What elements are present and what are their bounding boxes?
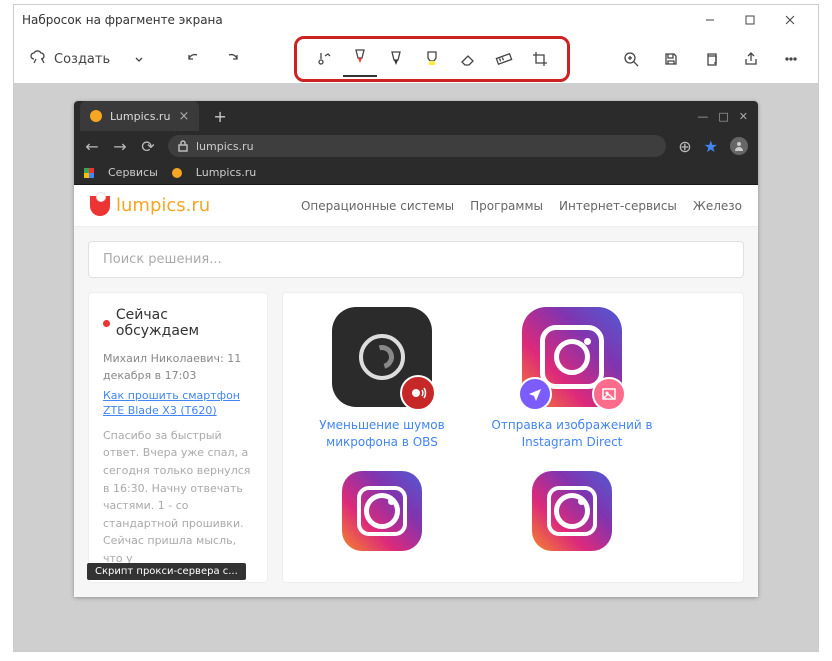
back-icon[interactable]: ←: [84, 137, 100, 156]
lock-icon: [178, 137, 188, 156]
card-title: Отправка изображений в Instagram Direct: [487, 417, 657, 451]
zoom-button[interactable]: [614, 41, 648, 77]
logo-icon: [90, 196, 110, 216]
url-bar[interactable]: lumpics.ru: [168, 135, 666, 157]
image-badge-icon: [592, 377, 626, 411]
create-label: Создать: [54, 52, 110, 67]
search-input[interactable]: Поиск решения...: [88, 241, 744, 278]
discuss-heading: Сейчас обсуждаем: [103, 307, 253, 339]
br-maximize-icon[interactable]: □: [718, 110, 728, 123]
send-badge-icon: [518, 377, 552, 411]
live-dot-icon: [103, 320, 110, 327]
forward-icon[interactable]: →: [112, 137, 128, 156]
obs-logo-icon: [359, 334, 405, 380]
instagram-thumb-small: [342, 471, 422, 551]
apps-icon[interactable]: [84, 168, 94, 178]
browser-tab[interactable]: Lumpics.ru ×: [80, 101, 199, 131]
close-button[interactable]: [770, 6, 810, 34]
address-bar-row: ← → ⟳ lumpics.ru ⊕ ★: [74, 131, 758, 161]
search-icon[interactable]: ⊕: [678, 137, 691, 156]
bookmarks-bar: Сервисы Lumpics.ru: [74, 161, 758, 185]
undo-button[interactable]: [176, 41, 210, 77]
articles-grid: Уменьшение шумов микрофона в OBS Отправк…: [282, 292, 744, 583]
page-header: lumpics.ru Операционные системы Программ…: [74, 185, 758, 227]
instagram-thumb-small: [532, 471, 612, 551]
nav-link[interactable]: Интернет-сервисы: [559, 199, 677, 213]
webpage: lumpics.ru Операционные системы Программ…: [74, 185, 758, 597]
comment-body: Спасибо за быстрый ответ. Вчера уже спал…: [103, 427, 253, 568]
highlighter-button[interactable]: [415, 41, 449, 77]
main-nav: Операционные системы Программы Интернет-…: [301, 199, 742, 213]
share-button[interactable]: [734, 41, 768, 77]
more-button[interactable]: [774, 41, 808, 77]
snip-icon: [30, 49, 48, 69]
mic-badge-icon: [400, 375, 436, 411]
pencil-button[interactable]: [379, 41, 413, 77]
new-snip-dropdown[interactable]: [122, 41, 156, 77]
obs-thumb: [332, 307, 432, 407]
eraser-button[interactable]: [451, 41, 485, 77]
screenshot-content: Lumpics.ru × + — □ ✕ ← → ⟳: [74, 101, 758, 597]
instagram-thumb: [522, 307, 622, 407]
tab-close-icon[interactable]: ×: [178, 109, 189, 124]
bookmark-favicon: [172, 168, 182, 178]
canvas-area: Lumpics.ru × + — □ ✕ ← → ⟳: [14, 83, 818, 651]
logo-text: lumpics.ru: [116, 195, 210, 216]
br-close-icon[interactable]: ✕: [739, 110, 748, 123]
nav-link[interactable]: Программы: [470, 199, 543, 213]
minimize-button[interactable]: [690, 6, 730, 34]
new-snip-button[interactable]: Создать: [24, 41, 116, 77]
bookmark-star-icon[interactable]: ★: [704, 137, 718, 156]
search-row: Поиск решения...: [74, 227, 758, 292]
annotation-tools-highlight: [294, 36, 570, 82]
snip-sketch-window: Набросок на фрагменте экрана Создать: [13, 4, 819, 652]
comment-meta: Михаил Николаевич: 11 декабря в 17:03: [103, 351, 253, 384]
bookmark-services[interactable]: Сервисы: [108, 166, 158, 179]
instagram-logo-icon: [540, 325, 604, 389]
copy-button[interactable]: [694, 41, 728, 77]
reload-icon[interactable]: ⟳: [140, 137, 156, 156]
favicon-icon: [90, 110, 102, 122]
ballpoint-pen-button[interactable]: [343, 41, 377, 77]
br-minimize-icon[interactable]: —: [697, 110, 708, 123]
browser-tabs: Lumpics.ru × + — □ ✕: [74, 101, 758, 131]
new-tab-button[interactable]: +: [213, 107, 226, 126]
save-button[interactable]: [654, 41, 688, 77]
article-card[interactable]: [297, 471, 467, 551]
proxy-tooltip: Скрипт прокси-сервера с...: [87, 563, 246, 580]
redo-button[interactable]: [216, 41, 250, 77]
article-card[interactable]: [487, 471, 657, 551]
toolbar: Создать: [14, 35, 818, 83]
nav-link[interactable]: Железо: [693, 199, 742, 213]
nav-link[interactable]: Операционные системы: [301, 199, 454, 213]
ruler-button[interactable]: [487, 41, 521, 77]
discuss-widget: Сейчас обсуждаем Михаил Николаевич: 11 д…: [88, 292, 268, 583]
site-logo[interactable]: lumpics.ru: [90, 195, 210, 216]
maximize-button[interactable]: [730, 6, 770, 34]
comment-link[interactable]: Как прошить смартфон ZTE Blade X3 (T620): [103, 388, 253, 419]
titlebar: Набросок на фрагменте экрана: [14, 5, 818, 35]
article-card[interactable]: Отправка изображений в Instagram Direct: [487, 307, 657, 451]
crop-button[interactable]: [523, 41, 557, 77]
card-title: Уменьшение шумов микрофона в OBS: [297, 417, 467, 451]
article-card[interactable]: Уменьшение шумов микрофона в OBS: [297, 307, 467, 451]
bookmark-lumpics[interactable]: Lumpics.ru: [196, 166, 256, 179]
url-text: lumpics.ru: [196, 140, 254, 153]
tab-title: Lumpics.ru: [110, 110, 170, 123]
touch-writing-button[interactable]: [307, 41, 341, 77]
window-title: Набросок на фрагменте экрана: [22, 13, 690, 27]
profile-button[interactable]: [730, 137, 748, 155]
